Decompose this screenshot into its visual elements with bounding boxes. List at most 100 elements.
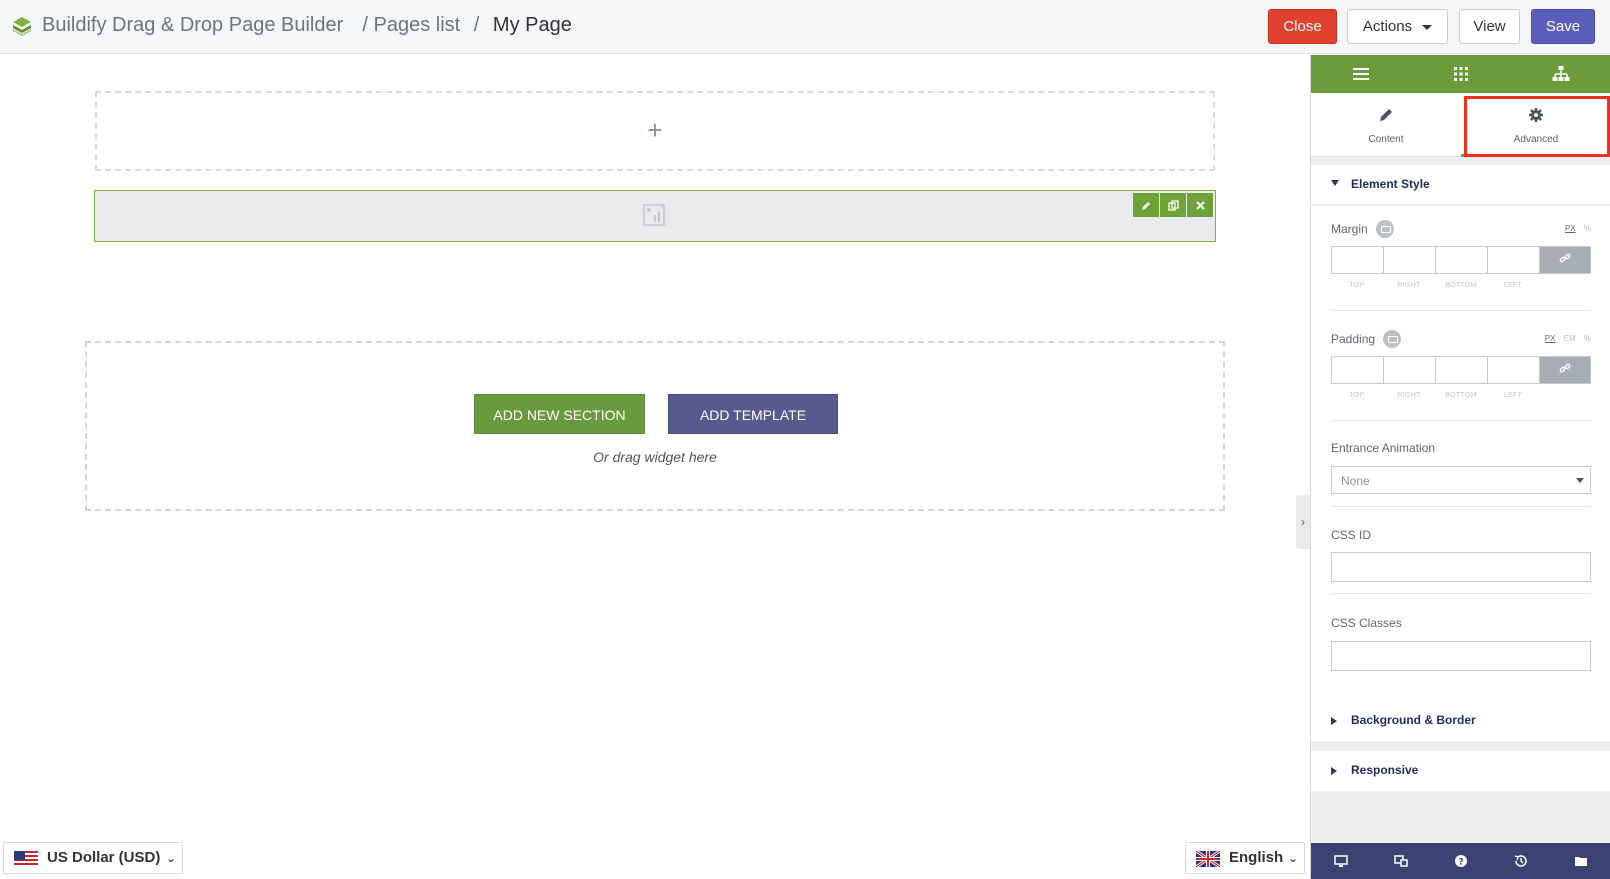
- margin-bottom-input[interactable]: [1436, 247, 1488, 273]
- triangle-right-icon: [1331, 717, 1337, 725]
- link-values-button[interactable]: [1540, 357, 1590, 383]
- dim-label-bottom: BOTTOM: [1445, 392, 1477, 399]
- dim-label-left: LEFT: [1503, 282, 1523, 289]
- add-template-button[interactable]: ADD TEMPLATE: [668, 394, 838, 434]
- chevron-down-icon: ⌄: [165, 851, 176, 865]
- editor-panel: Content Advanced Element Style Margin PX…: [1310, 55, 1610, 879]
- help-icon[interactable]: ?: [1453, 853, 1469, 869]
- menu-icon[interactable]: [1351, 64, 1371, 84]
- view-button[interactable]: View: [1459, 9, 1520, 44]
- element-style-section-header[interactable]: Element Style: [1311, 165, 1610, 205]
- link-values-button[interactable]: [1540, 247, 1590, 273]
- top-bar: Buildify Drag & Drop Page Builder / Page…: [0, 0, 1610, 54]
- add-template-label: ADD TEMPLATE: [699, 407, 807, 423]
- css-classes-input[interactable]: [1331, 641, 1591, 671]
- us-flag-icon: [14, 851, 38, 867]
- pencil-icon: [1142, 201, 1150, 210]
- breadcrumb-pages-list[interactable]: / Pages list: [362, 14, 460, 37]
- pencil-icon: [1380, 109, 1392, 121]
- currency-selector[interactable]: US Dollar (USD) ⌄: [3, 842, 183, 874]
- unit-percent[interactable]: %: [1584, 334, 1591, 343]
- margin-top-input[interactable]: [1332, 247, 1384, 273]
- actions-dropdown-button[interactable]: Actions: [1347, 9, 1448, 44]
- plus-icon[interactable]: +: [97, 115, 1213, 146]
- navigator-sitemap-icon[interactable]: [1551, 64, 1571, 84]
- unit-percent[interactable]: %: [1584, 224, 1591, 233]
- padding-units: PX EM %: [1539, 334, 1591, 343]
- selected-widget-section[interactable]: [94, 190, 1216, 242]
- margin-label: Margin: [1331, 222, 1368, 236]
- duplicate-widget-button[interactable]: [1160, 193, 1186, 217]
- save-button-label: Save: [1545, 18, 1581, 35]
- collapse-panel-toggle[interactable]: ›: [1296, 495, 1310, 549]
- entrance-animation-label: Entrance Animation: [1331, 441, 1436, 455]
- divider: [1331, 310, 1591, 311]
- background-border-title: Background & Border: [1351, 713, 1476, 727]
- save-button[interactable]: Save: [1531, 9, 1595, 44]
- unit-em[interactable]: EM: [1564, 334, 1576, 343]
- duplicate-icon: [1167, 200, 1179, 211]
- breadcrumb-app-title[interactable]: Buildify Drag & Drop Page Builder: [42, 14, 343, 37]
- padding-top-input[interactable]: [1332, 357, 1384, 383]
- edit-widget-button[interactable]: [1133, 193, 1159, 217]
- uk-flag-icon: [1196, 851, 1220, 867]
- add-new-section-label: ADD NEW SECTION: [493, 407, 626, 423]
- breadcrumb: Buildify Drag & Drop Page Builder / Page…: [42, 14, 572, 37]
- dim-label-right: RIGHT: [1397, 282, 1421, 289]
- remove-widget-button[interactable]: [1187, 193, 1213, 217]
- element-style-body: Margin PX % TOP RIGHT BOTTOM LEFT Paddin…: [1311, 206, 1610, 719]
- language-selector[interactable]: English ⌄: [1185, 842, 1305, 874]
- svg-text:?: ?: [1458, 858, 1463, 868]
- dim-label-left: LEFT: [1503, 392, 1523, 399]
- view-button-label: View: [1473, 18, 1506, 35]
- desktop-icon[interactable]: [1333, 853, 1349, 869]
- css-id-label: CSS ID: [1331, 528, 1372, 542]
- responsive-section-header[interactable]: Responsive: [1311, 751, 1610, 791]
- padding-label: Padding: [1331, 332, 1376, 346]
- responsive-device-icon[interactable]: [1383, 330, 1401, 348]
- css-id-input[interactable]: [1331, 552, 1591, 582]
- entrance-animation-value: None: [1341, 474, 1370, 488]
- actions-button-label: Actions: [1362, 18, 1413, 35]
- responsive-device-icon[interactable]: [1376, 220, 1394, 238]
- divider: [1331, 420, 1591, 421]
- close-button[interactable]: Close: [1268, 9, 1337, 44]
- link-icon: [1559, 253, 1571, 263]
- margin-right-input[interactable]: [1384, 247, 1436, 273]
- unit-px[interactable]: PX: [1565, 224, 1576, 233]
- responsive-mode-icon[interactable]: [1393, 853, 1409, 869]
- language-label: English: [1229, 849, 1284, 866]
- caret-down-icon: [1576, 478, 1584, 483]
- padding-dim-labels: TOP RIGHT BOTTOM LEFT: [1331, 392, 1539, 399]
- padding-right-input[interactable]: [1384, 357, 1436, 383]
- breadcrumb-separator: /: [473, 14, 480, 36]
- entrance-animation-select[interactable]: None: [1331, 466, 1591, 494]
- margin-left-input[interactable]: [1488, 247, 1540, 273]
- widget-toolbar: [1133, 193, 1213, 217]
- tab-content[interactable]: Content: [1311, 93, 1461, 157]
- unit-px[interactable]: PX: [1545, 334, 1556, 343]
- widgets-grid-icon[interactable]: [1451, 64, 1471, 84]
- highlight-box: [1464, 96, 1610, 157]
- margin-inputs: [1331, 246, 1591, 274]
- link-icon: [1559, 363, 1571, 373]
- padding-bottom-input[interactable]: [1436, 357, 1488, 383]
- dim-label-top: TOP: [1349, 392, 1365, 399]
- triangle-down-icon: [1331, 180, 1339, 186]
- responsive-title: Responsive: [1351, 763, 1419, 777]
- padding-left-input[interactable]: [1488, 357, 1540, 383]
- add-new-section-button[interactable]: ADD NEW SECTION: [474, 394, 645, 434]
- history-icon[interactable]: [1513, 853, 1529, 869]
- margin-dim-labels: TOP RIGHT BOTTOM LEFT: [1331, 282, 1539, 289]
- background-border-section-header[interactable]: Background & Border: [1311, 701, 1610, 741]
- padding-inputs: [1331, 356, 1591, 384]
- add-section-zone[interactable]: +: [95, 91, 1215, 171]
- dim-label-bottom: BOTTOM: [1445, 282, 1477, 289]
- currency-label: US Dollar (USD): [47, 849, 161, 866]
- folder-icon[interactable]: [1573, 853, 1589, 869]
- css-classes-label: CSS Classes: [1331, 616, 1402, 630]
- breadcrumb-current-page: My Page: [492, 14, 572, 36]
- close-icon: [1195, 201, 1205, 211]
- chart-placeholder-icon: [643, 204, 665, 226]
- empty-drop-zone[interactable]: ADD NEW SECTION ADD TEMPLATE Or drag wid…: [85, 341, 1225, 511]
